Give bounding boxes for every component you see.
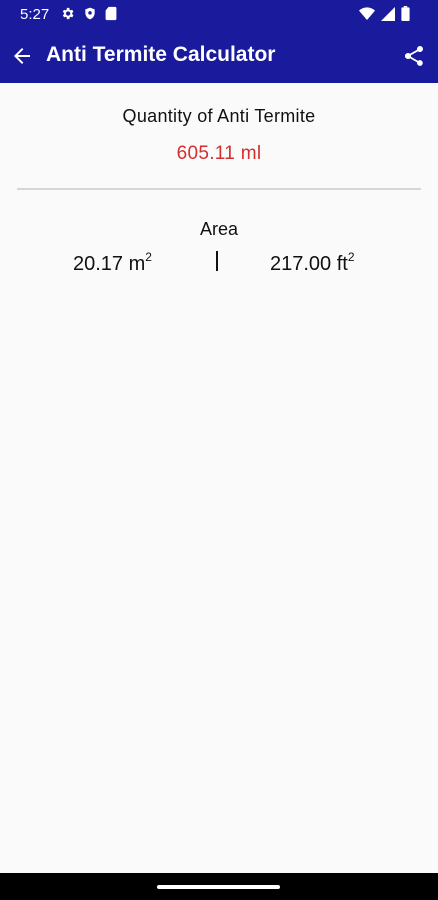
navigation-bar bbox=[0, 873, 438, 900]
area-metric-value: 20.17 m2 bbox=[73, 250, 152, 276]
toolbar: Anti Termite Calculator bbox=[0, 30, 438, 83]
battery-icon bbox=[401, 6, 410, 21]
page-title: Anti Termite Calculator bbox=[46, 43, 276, 66]
status-right-icons bbox=[359, 6, 410, 21]
area-label: Area bbox=[199, 219, 239, 239]
status-time: 5:27 bbox=[20, 6, 50, 23]
area-imperial-exponent: 2 bbox=[347, 250, 355, 264]
area-separator bbox=[216, 251, 218, 271]
area-metric-number: 20.17 m bbox=[73, 253, 146, 275]
status-left-icons bbox=[60, 6, 117, 21]
arrow-left-icon bbox=[10, 44, 34, 68]
gear-icon bbox=[60, 6, 75, 21]
area-imperial-value: 217.00 ft2 bbox=[270, 250, 355, 276]
share-icon bbox=[402, 44, 426, 68]
shield-icon bbox=[83, 6, 97, 21]
area-metric-exponent: 2 bbox=[145, 250, 152, 264]
result-value: 605.11 ml bbox=[176, 143, 262, 164]
main-content: Quantity of Anti Termite 605.11 ml Area … bbox=[0, 83, 438, 873]
divider bbox=[17, 188, 421, 190]
app-header: 5:27 Anti Termite Calculator bbox=[0, 0, 438, 83]
back-button[interactable] bbox=[6, 40, 38, 72]
home-gesture-handle[interactable] bbox=[157, 885, 280, 889]
cellular-signal-icon bbox=[381, 6, 395, 21]
share-button[interactable] bbox=[400, 42, 428, 70]
area-imperial-number: 217.00 ft bbox=[270, 253, 348, 275]
wifi-icon bbox=[359, 6, 375, 21]
sd-card-icon bbox=[105, 6, 117, 21]
result-label: Quantity of Anti Termite bbox=[122, 106, 316, 126]
status-bar: 5:27 bbox=[0, 0, 438, 30]
